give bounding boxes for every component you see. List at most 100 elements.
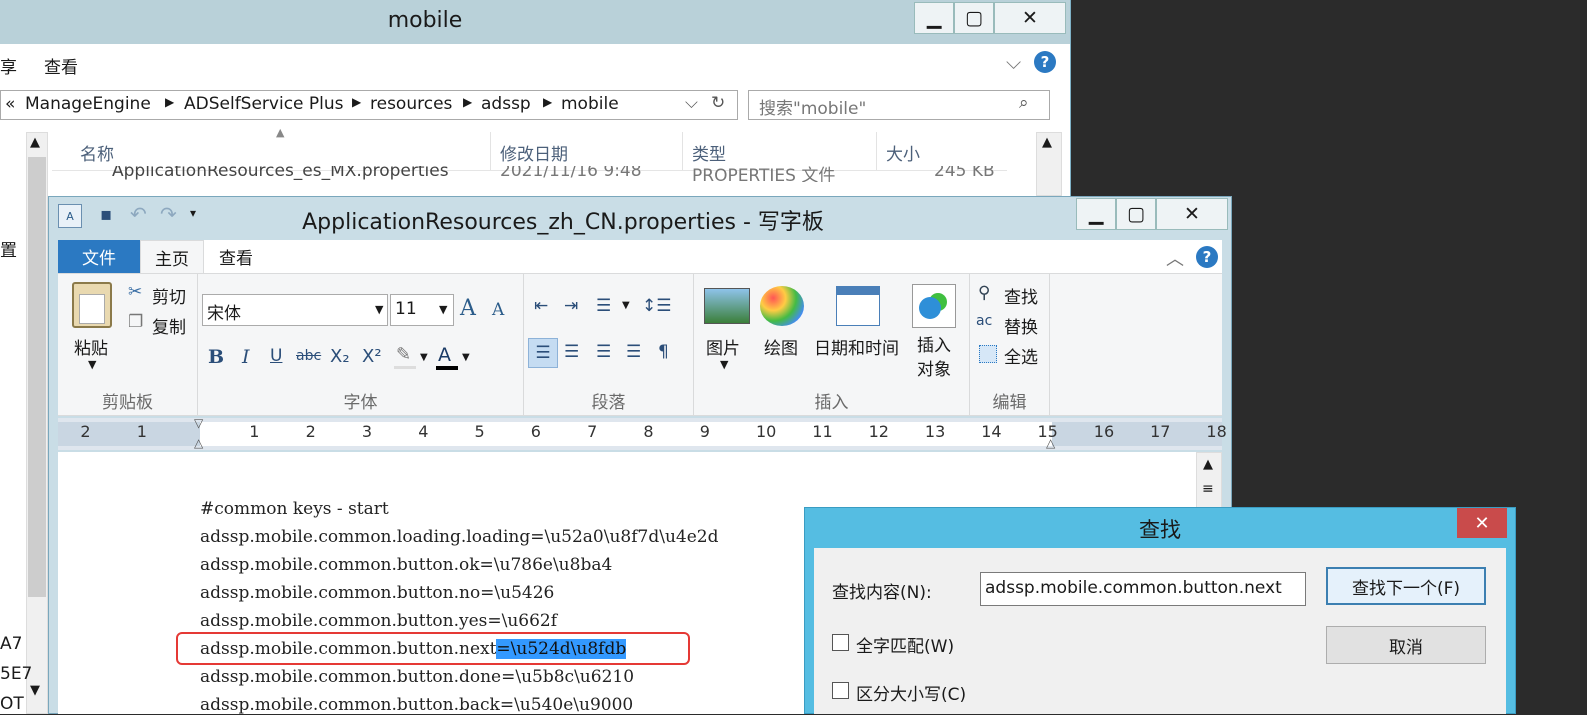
match-case-checkbox[interactable] [832,682,849,699]
search-icon[interactable]: ⌕ [1019,93,1029,113]
scroll-down-icon[interactable]: ▼ [30,683,40,698]
minimize-icon[interactable]: ▁ [1076,198,1116,230]
insert-object-button[interactable]: 插入对象 [912,334,956,382]
group-clipboard: 粘贴 ▼ ✂ 剪切 ❐ 复制 剪贴板 [58,274,198,415]
clipboard-icon[interactable] [72,282,112,328]
superscript-icon[interactable]: X² [362,346,382,367]
breadcrumb-overflow[interactable]: « [5,94,15,114]
bullet-list-icon[interactable]: ☰ [596,296,611,316]
picture-button[interactable]: 图片 [706,334,740,359]
close-icon[interactable]: ✕ [1457,508,1507,538]
strikethrough-icon[interactable]: abc [296,348,321,364]
file-list-scrollbar[interactable]: ▲ [1036,132,1062,196]
cut-button[interactable]: 剪切 [152,283,186,308]
chevron-down-icon[interactable]: ▼ [420,352,428,363]
minimize-icon[interactable]: ▁ [914,2,954,34]
align-center-icon[interactable]: ☰ [564,342,579,362]
close-icon[interactable]: ✕ [1156,198,1228,230]
paint-icon[interactable] [760,286,804,326]
copy-icon: ❐ [128,312,144,332]
column-name[interactable]: 名称 [80,140,114,165]
font-size-select[interactable]: 11 ▼ [390,294,454,326]
tab-home[interactable]: 主页 [140,240,204,274]
font-family-select[interactable]: 宋体 ▼ [202,294,388,326]
column-size[interactable]: 大小 [886,140,920,165]
paragraph-icon[interactable]: ¶ [658,342,669,362]
left-indent-marker[interactable]: △ [194,436,203,450]
refresh-icon[interactable]: ↻ [711,93,725,113]
tab-file[interactable]: 文件 [58,240,140,273]
paint-button[interactable]: 绘图 [764,334,798,359]
menu-share[interactable]: 享 [0,53,17,78]
shrink-font-icon[interactable]: A [492,300,504,320]
select-all-button[interactable]: 全选 [1004,343,1038,368]
help-icon[interactable]: ? [1034,51,1056,73]
line-spacing-icon[interactable]: ↕☰ [642,296,671,316]
subscript-icon[interactable]: X₂ [330,346,350,367]
replace-button[interactable]: 替换 [1004,313,1038,338]
scroll-up-icon[interactable]: ▲ [30,135,40,150]
code-line: adssp.mobile.common.button.back=\u540e\u… [200,695,634,715]
picture-icon[interactable] [704,288,750,324]
picture-dropdown-icon[interactable]: ▼ [720,358,728,371]
ruler-number: 1 [249,422,260,441]
maximize-icon[interactable]: ▢ [954,2,994,34]
file-size: 245 KB [934,166,995,181]
first-line-indent-marker[interactable]: ▽ [194,416,203,430]
breadcrumb-resources[interactable]: resources [370,94,452,114]
collapse-ribbon-icon[interactable]: ︿ [1166,245,1184,271]
right-indent-marker[interactable]: △ [1046,436,1055,450]
find-button[interactable]: 查找 [1004,283,1038,308]
search-box[interactable]: 搜索"mobile" ⌕ [748,90,1050,120]
group-font: 宋体 ▼ 11 ▼ A A B I U abc X₂ X² ✎ ▼ A ▼ 字体 [198,274,524,415]
ruler[interactable]: 2 1 1 2 3 4 5 6 7 8 9 10 11 12 13 14 15 16 17 18 ▽ △ △ [58,416,1227,450]
breadcrumb-adssp[interactable]: adssp [481,94,531,114]
align-left-icon[interactable]: ☰ [528,338,558,368]
find-what-input[interactable]: adssp.mobile.common.button.next [980,572,1306,606]
address-bar[interactable]: « ManageEngine ▶ ADSelfService Plus ▶ re… [0,90,738,120]
bold-icon[interactable]: B [208,346,224,368]
scroll-up-icon[interactable]: ▲ [1042,135,1052,150]
scroll-thumb-icon[interactable]: ≡ [1202,481,1214,497]
align-right-icon[interactable]: ☰ [596,342,611,362]
column-date[interactable]: 修改日期 [500,140,568,165]
paste-button[interactable]: 粘贴 [74,334,108,359]
breadcrumb-adselfservice[interactable]: ADSelfService Plus [184,94,344,114]
grow-font-icon[interactable]: A [460,296,476,321]
chevron-down-icon[interactable]: ▼ [462,352,470,363]
cancel-button[interactable]: 取消 [1326,626,1486,664]
breadcrumb-manageengine[interactable]: ManageEngine [25,94,151,114]
nav-pane-scrollbar[interactable]: ▲ ▼ [26,132,48,714]
close-icon[interactable]: ✕ [994,2,1066,34]
scroll-thumb[interactable] [28,157,46,597]
highlight-color-icon[interactable]: ✎ [396,344,411,365]
tab-view[interactable]: 查看 [204,240,268,273]
column-type[interactable]: 类型 [692,140,726,165]
breadcrumb-mobile[interactable]: mobile [561,94,619,114]
datetime-button[interactable]: 日期和时间 [814,334,899,359]
decrease-indent-icon[interactable]: ⇤ [534,296,548,316]
scroll-up-icon[interactable]: ▲ [1203,457,1213,472]
file-row-partial[interactable]: ApplicationResources_es_MX.properties 20… [52,166,1007,182]
chevron-down-icon[interactable]: ▼ [622,300,630,311]
font-color-icon[interactable]: A [438,344,451,366]
file-name: ApplicationResources_es_MX.properties [112,166,449,181]
insert-object-icon[interactable] [912,284,956,328]
copy-button[interactable]: 复制 [152,313,186,338]
justify-icon[interactable]: ☰ [626,342,641,362]
history-dropdown-icon[interactable]: ⌵ [685,93,698,113]
menu-view[interactable]: 查看 [44,53,78,78]
maximize-icon[interactable]: ▢ [1116,198,1156,230]
calendar-clock-icon[interactable] [836,286,880,326]
group-label-clipboard: 剪贴板 [102,393,153,413]
underline-icon[interactable]: U [270,346,282,366]
chevron-down-icon[interactable]: ⌵ [1006,50,1021,74]
find-next-button[interactable]: 查找下一个(F) [1326,567,1486,605]
whole-word-checkbox[interactable] [832,634,849,651]
help-icon[interactable]: ? [1196,246,1218,268]
chevron-down-icon[interactable]: ▼ [375,303,383,316]
italic-icon[interactable]: I [242,346,250,368]
increase-indent-icon[interactable]: ⇥ [564,296,578,316]
chevron-down-icon[interactable]: ▼ [439,303,447,316]
paste-dropdown-icon[interactable]: ▼ [88,358,96,371]
